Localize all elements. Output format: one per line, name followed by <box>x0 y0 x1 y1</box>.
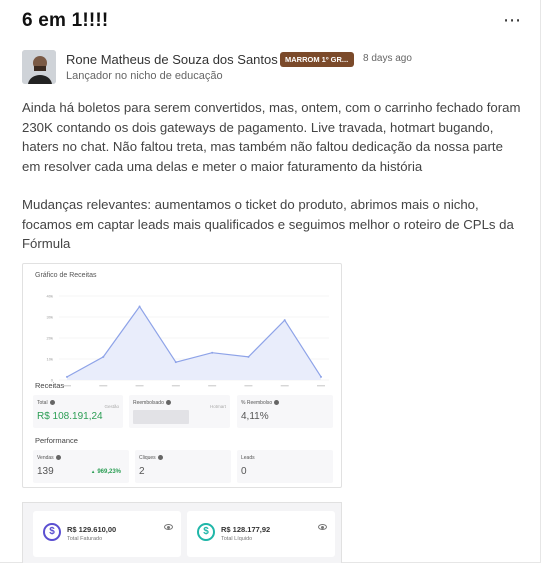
x-tick-label <box>135 385 144 387</box>
series-area <box>67 306 321 380</box>
post-card: 6 em 1!!!! ⋯ Rone Matheus de Souza dos S… <box>0 0 541 563</box>
cliques-label: Cliques <box>139 455 163 461</box>
cliques-card: Cliques 2 <box>135 450 231 483</box>
leads-value: 0 <box>241 466 247 477</box>
reembolso-pct-label: % Reembolso <box>241 400 280 406</box>
total-faturado-card: $ R$ 129.610,00 Total Faturado <box>33 511 181 557</box>
level-badge: MARROM 1º GR... <box>280 52 354 67</box>
total-side-label: Gestão <box>104 404 119 409</box>
author-name[interactable]: Rone Matheus de Souza dos Santos <box>66 52 278 67</box>
total-value: R$ 108.191,24 <box>37 411 103 422</box>
reembolsado-card: Reembolsado Hotmart <box>129 395 230 428</box>
cliques-value: 2 <box>139 466 145 477</box>
leads-card: Leads 0 <box>237 450 333 483</box>
post-timestamp: 8 days ago <box>363 53 412 64</box>
vendas-card: Vendas 139 969,23% <box>33 450 129 483</box>
reembolsado-side-label: Hotmart <box>209 404 226 409</box>
post-title: 6 em 1!!!! <box>22 10 109 31</box>
help-icon <box>274 400 280 406</box>
data-point <box>320 375 322 378</box>
performance-label: Performance <box>35 436 78 445</box>
vendas-value: 139 <box>37 466 54 477</box>
eye-icon <box>318 524 327 530</box>
help-icon <box>55 455 61 461</box>
data-point <box>138 305 141 308</box>
leads-label: Leads <box>241 455 255 461</box>
post-paragraph: Ainda há boletos para serem convertidos,… <box>22 100 521 174</box>
x-tick-label <box>280 385 289 387</box>
avatar[interactable] <box>22 50 56 84</box>
total-liquido-value: R$ 128.177,92 <box>221 525 271 534</box>
redacted-value <box>133 410 189 424</box>
post-paragraph: Mudanças relevantes: aumentamos o ticket… <box>22 197 514 251</box>
y-tick-label: 30k <box>47 315 53 320</box>
summary-screenshot: $ R$ 129.610,00 Total Faturado $ R$ 128.… <box>22 502 342 563</box>
chart-title: Gráfico de Receitas <box>35 272 97 279</box>
total-faturado-label: Total Faturado <box>67 536 103 542</box>
vendas-label: Vendas <box>37 455 61 461</box>
dashboard-screenshot: Gráfico de Receitas 0 10k 20k 30k 40k Receit… <box>22 263 342 488</box>
data-point <box>211 351 214 354</box>
receitas-label: Receitas <box>35 381 65 390</box>
vendas-growth: 969,23% <box>91 469 121 475</box>
x-tick-label <box>99 385 108 387</box>
help-icon <box>165 400 171 406</box>
data-point <box>174 361 177 364</box>
help-icon <box>157 455 163 461</box>
total-liquido-label: Total Líquido <box>221 536 253 542</box>
author-role: Lançador no nicho de educação <box>66 70 223 82</box>
x-tick-label <box>63 385 71 387</box>
data-point <box>66 375 68 378</box>
data-point <box>102 355 105 358</box>
y-tick-label: 20k <box>47 336 53 341</box>
dollar-icon: $ <box>43 523 61 541</box>
x-tick-label <box>317 385 325 387</box>
total-faturado-value: R$ 129.610,00 <box>67 525 117 534</box>
reembolsado-label: Reembolsado <box>133 400 171 406</box>
help-icon <box>49 400 55 406</box>
more-options-icon[interactable]: ⋯ <box>503 10 522 31</box>
dollar-icon: $ <box>197 523 215 541</box>
total-card: Total Gestão R$ 108.191,24 <box>33 395 123 428</box>
data-point <box>247 355 250 358</box>
eye-icon <box>164 524 173 530</box>
y-tick-label: 10k <box>47 357 53 362</box>
reembolso-pct-value: 4,11% <box>241 411 269 422</box>
x-tick-label <box>171 385 180 387</box>
data-point <box>283 319 286 322</box>
x-tick-label <box>244 385 253 387</box>
total-liquido-card: $ R$ 128.177,92 Total Líquido <box>187 511 335 557</box>
total-label: Total <box>37 400 55 406</box>
revenue-chart: 010k20k30k40k <box>47 294 329 387</box>
x-tick-label <box>208 385 217 387</box>
reembolso-pct-card: % Reembolso 4,11% <box>237 395 333 428</box>
y-tick-label: 40k <box>47 294 53 299</box>
